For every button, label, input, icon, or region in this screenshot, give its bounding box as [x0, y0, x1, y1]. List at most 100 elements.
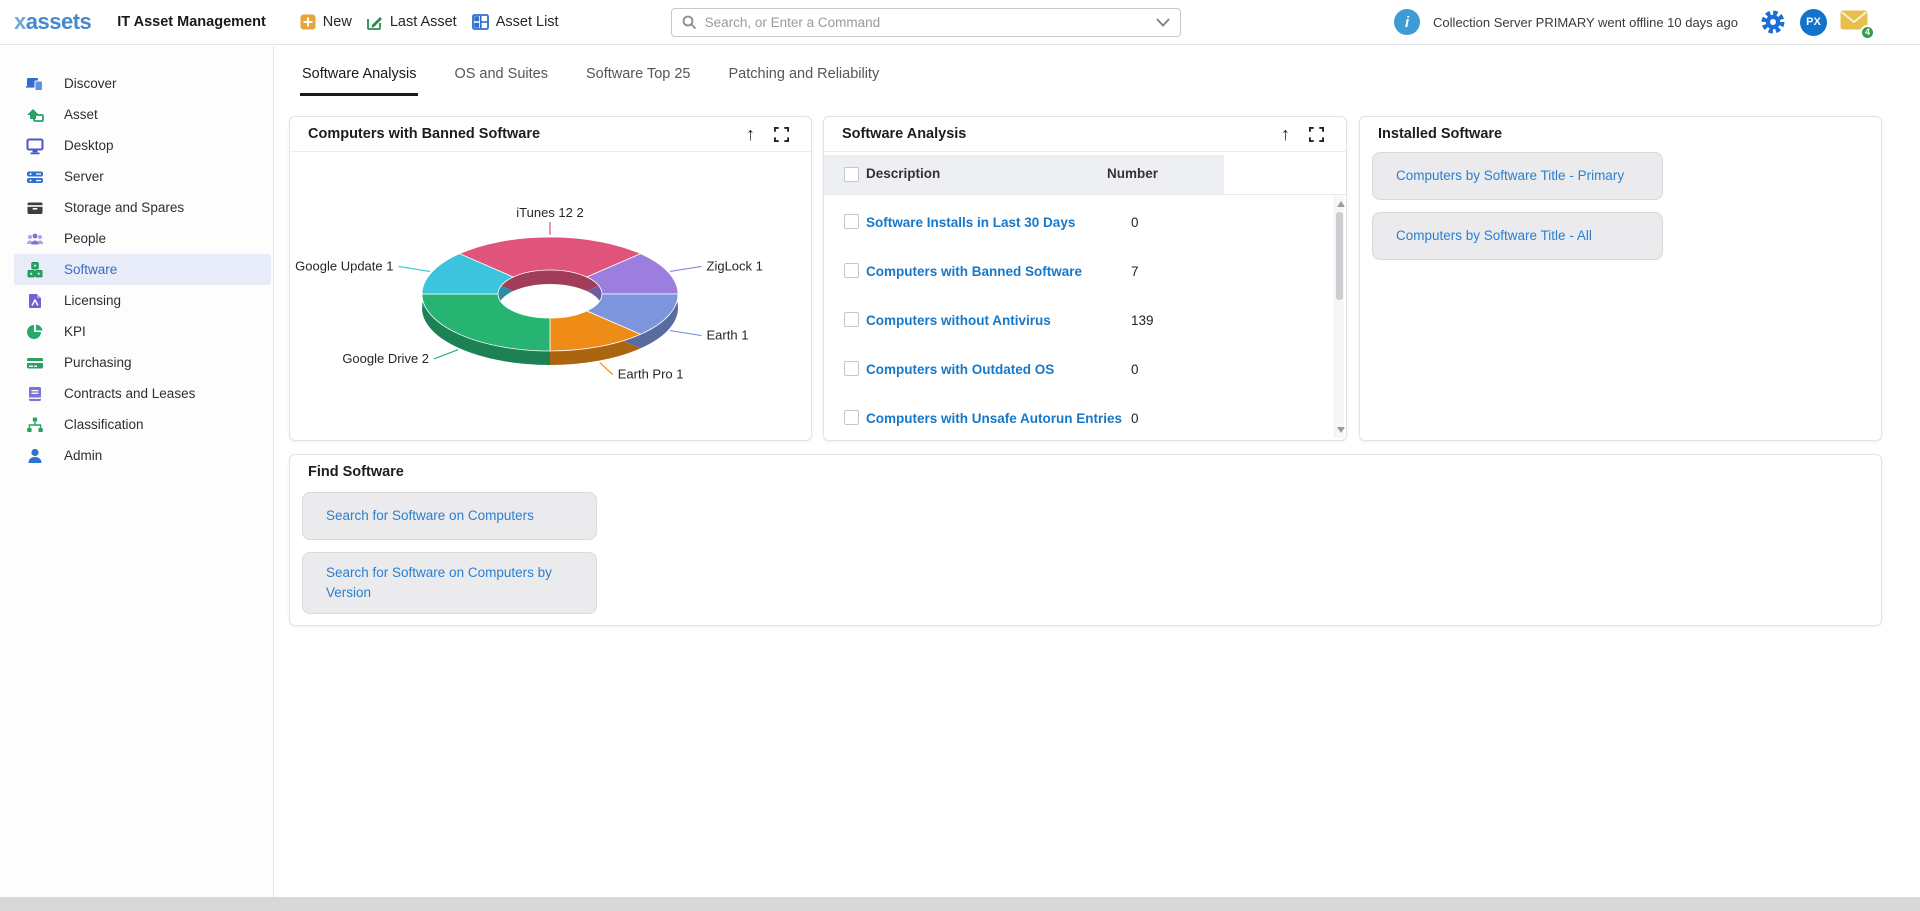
main-content: Software Analysis OS and Suites Software… — [275, 46, 1920, 897]
licensing-icon — [26, 292, 44, 310]
grid-icon — [472, 14, 489, 30]
sidebar-item-software[interactable]: Software — [14, 254, 271, 285]
sidebar-item-purchasing[interactable]: Purchasing — [14, 347, 271, 378]
asset-icon — [26, 106, 44, 124]
last-asset-button[interactable]: Last Asset — [366, 14, 457, 31]
table-row: Computers with Unsafe Autorun Entries 0 — [824, 391, 1329, 439]
gear-icon[interactable] — [1759, 8, 1787, 36]
row-checkbox[interactable] — [844, 361, 859, 376]
fullscreen-icon[interactable] — [774, 127, 789, 142]
row-checkbox[interactable] — [844, 312, 859, 327]
sidebar-item-label: Software — [64, 262, 117, 277]
sidebar-item-licensing[interactable]: Licensing — [14, 285, 271, 316]
tab-os-and-suites[interactable]: OS and Suites — [452, 58, 550, 96]
sidebar-item-admin[interactable]: Admin — [14, 440, 271, 471]
classification-icon — [26, 416, 44, 434]
sidebar-item-people[interactable]: People — [14, 223, 271, 254]
discover-icon — [26, 75, 44, 93]
mail-button[interactable]: 4 — [1840, 10, 1868, 35]
select-all-checkbox[interactable] — [844, 167, 859, 182]
new-label: New — [323, 14, 352, 30]
scroll-down-arrow-icon[interactable] — [1337, 427, 1345, 433]
sidebar-item-label: Classification — [64, 417, 144, 432]
svg-text:Earth 1: Earth 1 — [707, 328, 749, 343]
panel-title: Computers with Banned Software — [308, 126, 540, 142]
row-link[interactable]: Computers with Unsafe Autorun Entries — [866, 411, 1122, 426]
computers-by-title-primary-button[interactable]: Computers by Software Title - Primary — [1372, 152, 1663, 200]
table-scrollbar[interactable] — [1334, 196, 1344, 438]
last-asset-label: Last Asset — [390, 14, 457, 30]
app-window: xassets IT Asset Management New Last Ass… — [0, 0, 1920, 897]
tab-software-analysis[interactable]: Software Analysis — [300, 58, 418, 96]
row-checkbox[interactable] — [844, 410, 859, 425]
scrollbar-thumb[interactable] — [1336, 212, 1343, 300]
tab-bar: Software Analysis OS and Suites Software… — [300, 58, 881, 96]
new-button[interactable]: New — [300, 14, 352, 30]
people-icon — [26, 230, 44, 248]
contracts-icon — [26, 385, 44, 403]
software-icon — [26, 261, 44, 279]
asset-list-button[interactable]: Asset List — [472, 14, 559, 30]
desktop-icon — [26, 137, 44, 155]
tab-software-top-25[interactable]: Software Top 25 — [584, 58, 693, 96]
column-header-number: Number — [1107, 166, 1158, 181]
computers-by-title-all-button[interactable]: Computers by Software Title - All — [1372, 212, 1663, 260]
new-icon — [300, 14, 316, 30]
user-avatar[interactable]: PX — [1800, 9, 1827, 36]
panel-header: Computers with Banned Software ↑ — [290, 117, 811, 151]
row-number: 0 — [1131, 411, 1139, 426]
button-label: Computers by Software Title - All — [1396, 226, 1592, 246]
xassets-logo[interactable]: xassets — [14, 9, 91, 35]
tab-patching-reliability[interactable]: Patching and Reliability — [726, 58, 881, 96]
sidebar-item-label: Storage and Spares — [64, 200, 184, 215]
sidebar-item-discover[interactable]: Discover — [14, 68, 271, 99]
table-row: Computers with Banned Software 7 — [824, 244, 1329, 293]
sidebar-item-classification[interactable]: Classification — [14, 409, 271, 440]
logo-rest: assets — [26, 9, 92, 34]
collapse-up-icon[interactable]: ↑ — [746, 124, 755, 144]
sidebar-item-label: Asset — [64, 107, 98, 122]
row-checkbox[interactable] — [844, 263, 859, 278]
panel-title: Installed Software — [1378, 126, 1502, 142]
sidebar-item-desktop[interactable]: Desktop — [14, 130, 271, 161]
search-software-by-version-button[interactable]: Search for Software on Computers by Vers… — [302, 552, 597, 614]
row-link[interactable]: Computers without Antivirus — [866, 313, 1051, 328]
page-bottom-strip — [0, 897, 1920, 911]
svg-text:iTunes 12 2: iTunes 12 2 — [516, 205, 583, 220]
info-icon[interactable]: i — [1394, 9, 1420, 35]
search-software-on-computers-button[interactable]: Search for Software on Computers — [302, 492, 597, 540]
sidebar-item-label: People — [64, 231, 106, 246]
kpi-icon — [26, 323, 44, 341]
table-row: Computers with Outdated OS 0 — [824, 342, 1329, 391]
edit-icon — [366, 14, 383, 31]
sidebar-item-asset[interactable]: Asset — [14, 99, 271, 130]
fullscreen-icon[interactable] — [1309, 127, 1324, 142]
panel-header: Software Analysis ↑ — [824, 117, 1346, 151]
scroll-up-arrow-icon[interactable] — [1337, 201, 1345, 207]
table-body: Software Installs in Last 30 Days 0 Comp… — [824, 195, 1329, 439]
sidebar-item-kpi[interactable]: KPI — [14, 316, 271, 347]
banned-software-donut-chart[interactable]: iTunes 12 2ZigLock 1Earth 1Earth Pro 1Go… — [290, 151, 813, 441]
row-checkbox[interactable] — [844, 214, 859, 229]
server-icon — [26, 168, 44, 186]
sidebar-item-contracts[interactable]: Contracts and Leases — [14, 378, 271, 409]
server-status-message: Collection Server PRIMARY went offline 1… — [1433, 15, 1738, 30]
chevron-down-icon[interactable] — [1156, 18, 1170, 27]
sidebar-item-server[interactable]: Server — [14, 161, 271, 192]
collapse-up-icon[interactable]: ↑ — [1281, 124, 1290, 144]
search-input[interactable] — [705, 15, 1156, 30]
row-number: 139 — [1131, 313, 1154, 328]
sidebar-item-label: KPI — [64, 324, 86, 339]
row-link[interactable]: Computers with Outdated OS — [866, 362, 1054, 377]
sidebar-nav: Discover Asset Desktop Server Storage an… — [0, 46, 274, 897]
page-title: IT Asset Management — [117, 14, 266, 30]
row-link[interactable]: Computers with Banned Software — [866, 264, 1082, 279]
panel-banned-software: Computers with Banned Software ↑ iTunes … — [289, 116, 812, 441]
row-link[interactable]: Software Installs in Last 30 Days — [866, 215, 1075, 230]
sidebar-item-label: Admin — [64, 448, 102, 463]
asset-list-label: Asset List — [496, 14, 559, 30]
sidebar-item-storage[interactable]: Storage and Spares — [14, 192, 271, 223]
mail-badge: 4 — [1860, 25, 1875, 40]
command-search[interactable] — [671, 8, 1181, 37]
button-label: Search for Software on Computers — [326, 506, 534, 526]
